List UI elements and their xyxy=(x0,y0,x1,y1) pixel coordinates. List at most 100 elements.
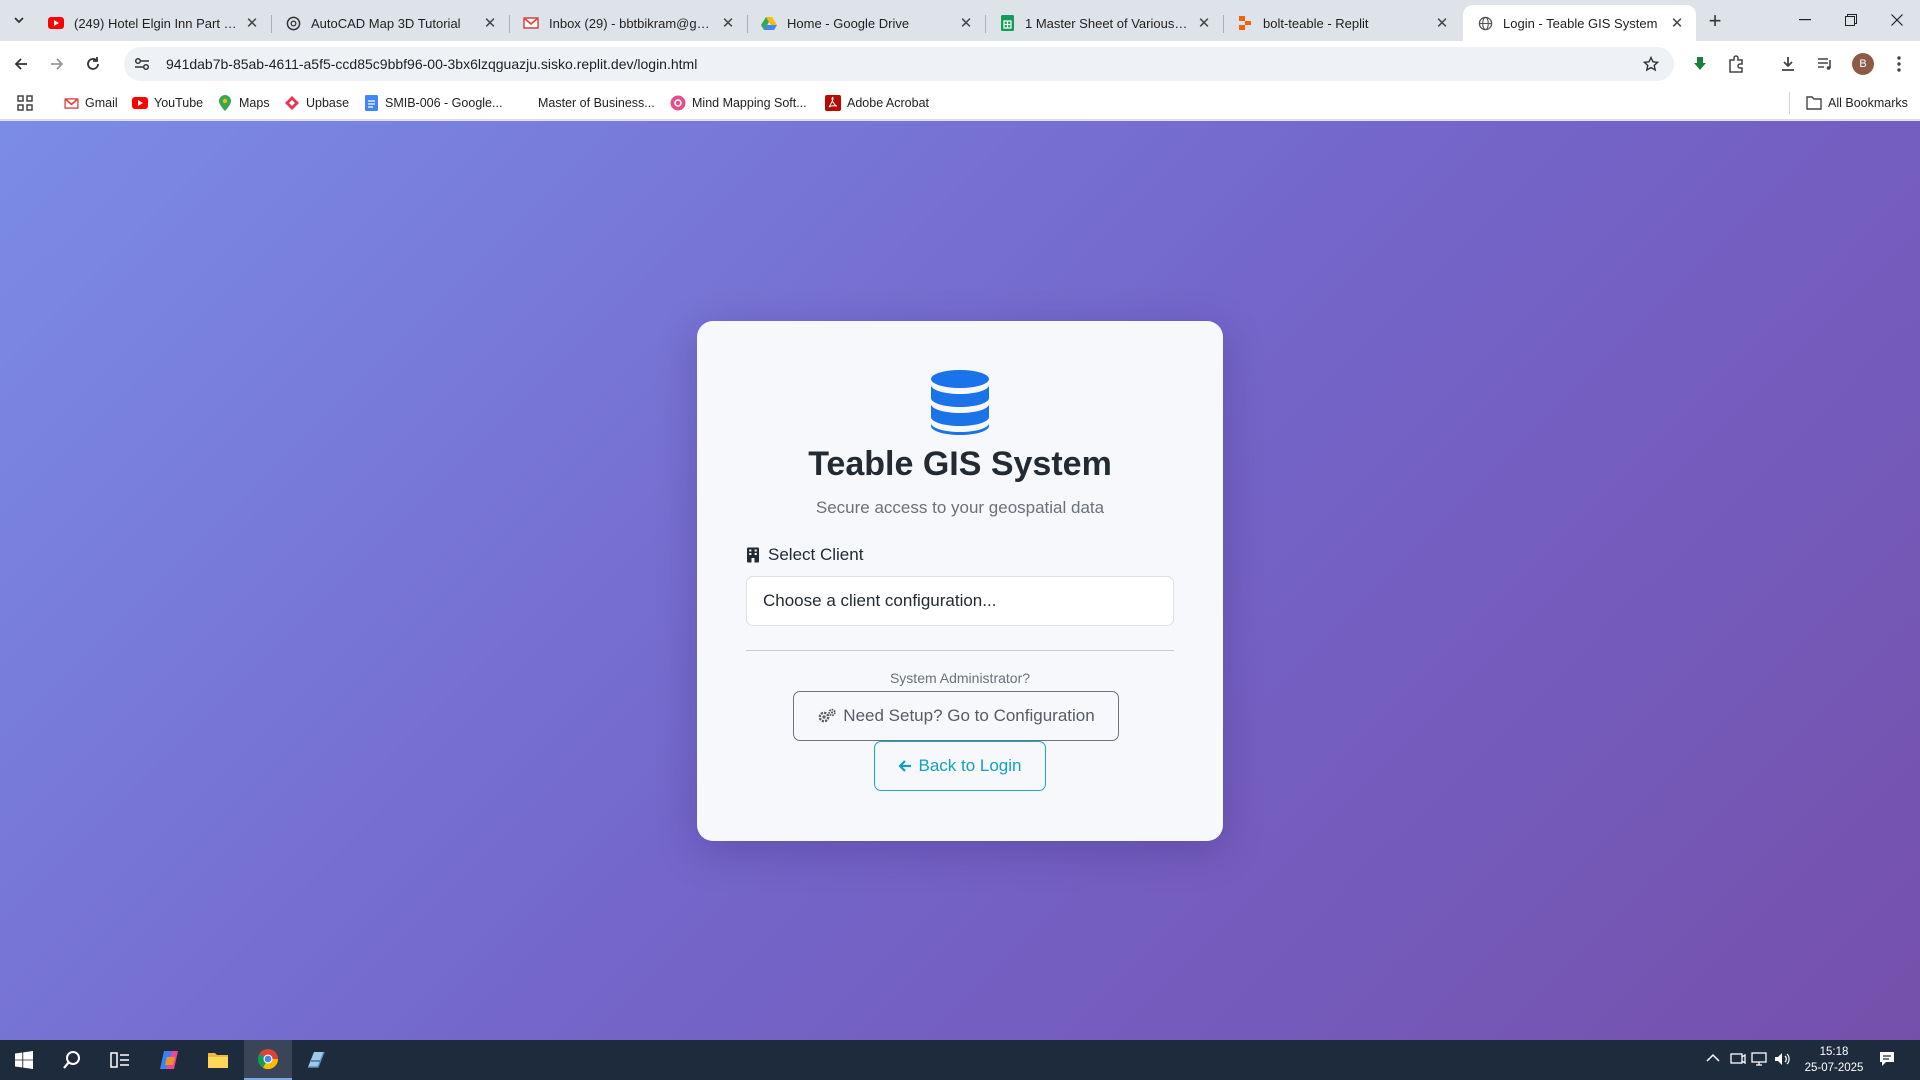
bookmark-mind-mapping[interactable]: Mind Mapping Soft... xyxy=(670,93,807,113)
configuration-button-label: Need Setup? Go to Configuration xyxy=(843,706,1095,725)
tab-drive[interactable]: Home - Google Drive ✕ xyxy=(747,5,986,41)
close-window-button[interactable] xyxy=(1874,0,1920,40)
close-icon[interactable]: ✕ xyxy=(481,14,499,32)
volume-icon[interactable] xyxy=(1774,1051,1790,1070)
bookmark-upbase[interactable]: Upbase xyxy=(284,93,349,113)
sheets-icon xyxy=(999,15,1015,31)
forward-button[interactable] xyxy=(42,49,72,79)
globe-icon xyxy=(1477,15,1493,31)
bookmark-adobe-acrobat[interactable]: Adobe Acrobat xyxy=(825,93,929,113)
divider xyxy=(746,650,1174,651)
restore-icon xyxy=(1845,14,1857,26)
bookmark-gmail[interactable]: Gmail xyxy=(63,93,118,113)
network-icon[interactable] xyxy=(1751,1051,1767,1070)
task-view-button[interactable] xyxy=(96,1040,144,1080)
configuration-button[interactable]: Need Setup? Go to Configuration xyxy=(793,691,1119,741)
task-view-icon xyxy=(110,1052,129,1068)
extensions-icon[interactable] xyxy=(1721,49,1751,79)
notification-center-icon[interactable] xyxy=(1878,1050,1896,1071)
address-bar[interactable]: 941dab7b-85ab-4611-a5f5-ccd85c9bbf96-00-… xyxy=(124,47,1674,81)
taskbar-clock[interactable]: 15:18 25-07-2025 xyxy=(1800,1044,1868,1076)
client-config-select[interactable]: Choose a client configuration... xyxy=(746,576,1174,626)
bookmark-smib[interactable]: SMIB-006 - Google... xyxy=(363,93,502,113)
copilot-icon xyxy=(160,1051,178,1069)
menu-kebab-icon[interactable] xyxy=(1884,49,1914,79)
maps-icon xyxy=(217,95,233,111)
back-to-login-button[interactable]: Back to Login xyxy=(874,741,1046,791)
close-icon[interactable]: ✕ xyxy=(1433,14,1451,32)
close-icon[interactable]: ✕ xyxy=(1668,14,1686,32)
select-placeholder: Choose a client configuration... xyxy=(763,591,997,610)
start-button[interactable] xyxy=(0,1040,48,1080)
site-settings-icon[interactable] xyxy=(134,57,154,71)
browser-toolbar: 941dab7b-85ab-4611-a5f5-ccd85c9bbf96-00-… xyxy=(0,41,1920,86)
replit-icon xyxy=(1237,15,1253,31)
close-icon[interactable]: ✕ xyxy=(1195,14,1213,32)
chrome-icon xyxy=(257,1049,279,1070)
mindmap-icon xyxy=(670,95,686,111)
media-control-icon[interactable] xyxy=(1810,49,1840,79)
tab-title: (249) Hotel Elgin Inn Part 1 | Full xyxy=(74,15,237,31)
tab-gmail[interactable]: Inbox (29) - bbtbikram@gmail.com ✕ xyxy=(509,5,748,41)
close-icon[interactable]: ✕ xyxy=(957,14,975,32)
taskbar-file-explorer[interactable] xyxy=(194,1040,242,1080)
tab-title: Inbox (29) - bbtbikram@gmail.com xyxy=(549,15,713,31)
bookmark-master-business[interactable]: Master of Business... xyxy=(538,93,655,113)
clock-date: 25-07-2025 xyxy=(1804,1062,1864,1074)
acrobat-icon xyxy=(825,95,841,111)
tab-search-button[interactable] xyxy=(6,8,32,32)
bookmark-star-icon[interactable] xyxy=(1636,56,1666,72)
select-client-label: Select Client xyxy=(746,545,863,565)
taskbar-app[interactable] xyxy=(292,1040,340,1080)
tab-title: AutoCAD Map 3D Tutorial xyxy=(311,15,461,31)
bookmark-maps[interactable]: Maps xyxy=(217,93,270,113)
reload-button[interactable] xyxy=(78,49,108,79)
bookmark-label: Master of Business... xyxy=(538,96,655,110)
bookmark-label: Upbase xyxy=(306,96,350,110)
meet-now-icon[interactable] xyxy=(1730,1051,1746,1070)
close-icon[interactable]: ✕ xyxy=(243,14,261,32)
taskbar-search-button[interactable] xyxy=(48,1040,96,1080)
building-icon xyxy=(747,547,759,563)
profile-avatar[interactable]: B xyxy=(1852,53,1874,75)
show-hidden-icons-button[interactable] xyxy=(1706,1052,1720,1066)
bookmark-label: SMIB-006 - Google... xyxy=(385,96,503,110)
taskbar-chrome[interactable] xyxy=(244,1040,292,1080)
gmail-icon xyxy=(63,95,79,111)
all-bookmarks-button[interactable]: All Bookmarks xyxy=(1806,93,1908,113)
youtube-icon xyxy=(132,95,148,111)
taskbar-copilot[interactable] xyxy=(146,1040,194,1080)
url-text: 941dab7b-85ab-4611-a5f5-ccd85c9bbf96-00-… xyxy=(166,56,698,72)
database-icon xyxy=(931,370,989,435)
arrow-right-icon xyxy=(51,58,64,70)
downloads-icon[interactable] xyxy=(1773,49,1803,79)
clock-time: 15:18 xyxy=(1819,1046,1849,1058)
docs-icon xyxy=(363,95,379,111)
tab-title: Home - Google Drive xyxy=(787,15,910,31)
download-arrow-icon[interactable] xyxy=(1685,49,1715,79)
bookmark-label: Adobe Acrobat xyxy=(847,96,930,110)
new-tab-button[interactable]: + xyxy=(1702,8,1728,34)
folder-icon xyxy=(1806,95,1822,111)
bookmark-label: Maps xyxy=(239,96,270,110)
tab-title: 1 Master Sheet of Various Jobs xyxy=(1025,15,1189,31)
tab-sheets[interactable]: 1 Master Sheet of Various Jobs ✕ xyxy=(985,5,1224,41)
restore-button[interactable] xyxy=(1828,0,1874,40)
tab-autocad[interactable]: AutoCAD Map 3D Tutorial ✕ xyxy=(271,5,510,41)
reload-icon xyxy=(87,57,99,70)
tab-teable-login[interactable]: Login - Teable GIS System ✕ xyxy=(1463,5,1696,41)
tab-title: Login - Teable GIS System xyxy=(1503,15,1658,31)
apps-grid-button[interactable] xyxy=(17,93,33,113)
back-button[interactable] xyxy=(6,49,36,79)
minimize-icon xyxy=(1799,19,1811,21)
select-client-text: Select Client xyxy=(768,545,864,564)
drive-icon xyxy=(761,15,777,31)
tab-replit[interactable]: bolt-teable - Replit ✕ xyxy=(1223,5,1461,41)
admin-question: System Administrator? xyxy=(889,670,1031,686)
tab-youtube[interactable]: (249) Hotel Elgin Inn Part 1 | Full ✕ xyxy=(34,5,272,41)
minimize-button[interactable] xyxy=(1782,0,1828,40)
close-icon[interactable]: ✕ xyxy=(719,14,737,32)
bookmark-youtube[interactable]: YouTube xyxy=(132,93,203,113)
youtube-icon xyxy=(48,15,64,31)
bookmarks-bar: Gmail YouTube Maps Upbase SMIB-006 - Goo… xyxy=(0,86,1920,120)
